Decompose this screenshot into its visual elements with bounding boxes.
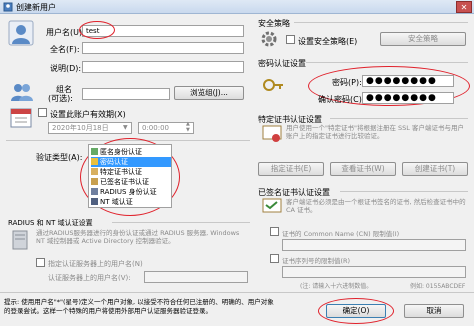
auth-item-label: 密码认证 — [100, 158, 128, 166]
password-label: 密码(P): — [332, 78, 362, 87]
auth-type-label: 验证类型(A): — [36, 153, 83, 162]
separator-footer — [0, 292, 474, 293]
security-policy-button[interactable]: 安全策略 — [380, 32, 466, 46]
radius-icon — [91, 188, 98, 195]
expire-label: 设置此账户有效期(X) — [50, 110, 126, 119]
expire-checkbox[interactable] — [38, 108, 47, 117]
create-cert-button[interactable]: 创建证书(T) — [402, 162, 468, 176]
title-bar: 创建新用户 ✕ — [0, 0, 474, 14]
cert-description: 用户使用一个"特定证书"将根据注册在 SSL 客户端证书与用户账户上的指定证书进… — [286, 124, 464, 140]
security-policy-label: 设置安全策略(E) — [298, 37, 358, 46]
cn-restriction-label: 证书的 Common Name (CN) 限制值(I) — [282, 230, 400, 238]
desc-field[interactable] — [82, 61, 244, 73]
app-icon — [3, 2, 13, 12]
username-highlight-circle — [79, 21, 115, 39]
fullname-label: 全名(F): — [50, 45, 80, 54]
certificate-icon-large — [262, 125, 282, 142]
separator-cert — [330, 118, 468, 119]
auth-item-label: 已签名证书认证 — [100, 178, 149, 186]
serial-restriction-checkbox[interactable] — [270, 254, 279, 263]
time-spinner-icon[interactable]: ▲ ▼ — [186, 121, 190, 133]
separator-signed — [340, 191, 468, 192]
group-field[interactable] — [82, 88, 170, 100]
auth-item-anonymous[interactable]: 匿名身份认证 — [91, 147, 171, 157]
auth-type-list[interactable]: 匿名身份认证 密码认证 特定证书认证 已签名证书认证 RADIUS 身份认证 N… — [88, 144, 172, 208]
radius-description: 通过RADIUS服务器进行的身份认证或通过 RADIUS 服务器, Window… — [36, 229, 240, 245]
server-icon — [12, 230, 28, 250]
security-policy-checkbox[interactable] — [286, 35, 295, 44]
auth-item-label: 匿名身份认证 — [100, 148, 142, 156]
server-username-label: 认证服务器上的用户名(V): — [48, 274, 131, 282]
confirm-password-label: 确认密码(C): — [318, 95, 365, 104]
group-label-line2: (可选): — [48, 94, 73, 103]
certificate-icon — [91, 168, 98, 175]
signed-cert-icon — [91, 178, 98, 185]
fullname-field[interactable] — [82, 42, 244, 54]
calendar-icon — [10, 108, 32, 128]
separator-security — [294, 22, 468, 23]
expire-date-field[interactable]: 2020年10月18日 — [48, 122, 132, 134]
user-icon — [8, 20, 34, 46]
auth-item-password[interactable]: 密码认证 — [91, 157, 171, 167]
anonymous-icon — [91, 148, 98, 155]
browse-group-button[interactable]: 浏览组(J)... — [174, 86, 244, 100]
tip-line-2: 的登录尝试。这样一个特殊的用户将使用外部用户认证服务器验证登录。 — [4, 307, 212, 315]
view-cert-button[interactable]: 查看证书(W) — [330, 162, 396, 176]
key-icon-large — [263, 79, 283, 91]
auth-item-label: NT 域认证 — [100, 198, 133, 206]
group-icon — [11, 84, 33, 101]
specify-cert-button[interactable]: 指定证书(E) — [258, 162, 324, 176]
password-field[interactable]: ●●●●●●●● — [362, 75, 454, 87]
auth-item-label: 特定证书认证 — [100, 168, 142, 176]
date-dropdown-icon[interactable]: ▼ — [123, 124, 128, 131]
auth-item-nt-domain[interactable]: NT 域认证 — [91, 197, 171, 207]
cancel-button[interactable]: 取消 — [404, 304, 464, 318]
specify-username-label: 指定认证服务器上的用户名(N) — [48, 260, 143, 268]
close-button[interactable]: ✕ — [456, 1, 472, 13]
password-group-title: 密码认证设置 — [258, 59, 306, 68]
auth-item-specific-cert[interactable]: 特定证书认证 — [91, 167, 171, 177]
server-username-field[interactable] — [144, 271, 248, 283]
radius-group-title: RADIUS 和 NT 域认证设置 — [8, 219, 93, 227]
window-title: 创建新用户 — [16, 3, 56, 12]
serial-restriction-label: 证书序列号的限制值(R) — [282, 257, 351, 265]
confirm-password-field[interactable]: ●●●●●●●● — [362, 92, 454, 104]
desc-label: 说明(D): — [50, 64, 82, 73]
auth-item-radius[interactable]: RADIUS 身份认证 — [91, 187, 171, 197]
separator-password — [306, 62, 468, 63]
hex-note-prefix: (注: 请输入十六进制数值。 — [300, 283, 373, 290]
ok-button[interactable]: 确定(O) — [326, 304, 386, 318]
security-group-title: 安全策略 — [258, 19, 290, 28]
separator-radius — [112, 222, 250, 223]
gear-icon — [261, 31, 277, 47]
cn-restriction-field[interactable] — [282, 239, 466, 251]
auth-item-label: RADIUS 身份认证 — [100, 188, 157, 196]
specify-username-checkbox[interactable] — [36, 258, 45, 267]
hex-note-example: 例如: 0155ABCDEF — [410, 283, 466, 290]
signed-description: 客户端证书必须是由一个根证书签名的证书, 然后检查证书中的 CA 证书。 — [286, 198, 466, 214]
cn-restriction-checkbox[interactable] — [270, 227, 279, 236]
key-icon — [91, 158, 98, 165]
serial-restriction-field[interactable] — [282, 266, 466, 278]
nt-domain-icon — [91, 198, 98, 205]
auth-item-signed-cert[interactable]: 已签名证书认证 — [91, 177, 171, 187]
signed-certificate-icon — [262, 198, 282, 213]
